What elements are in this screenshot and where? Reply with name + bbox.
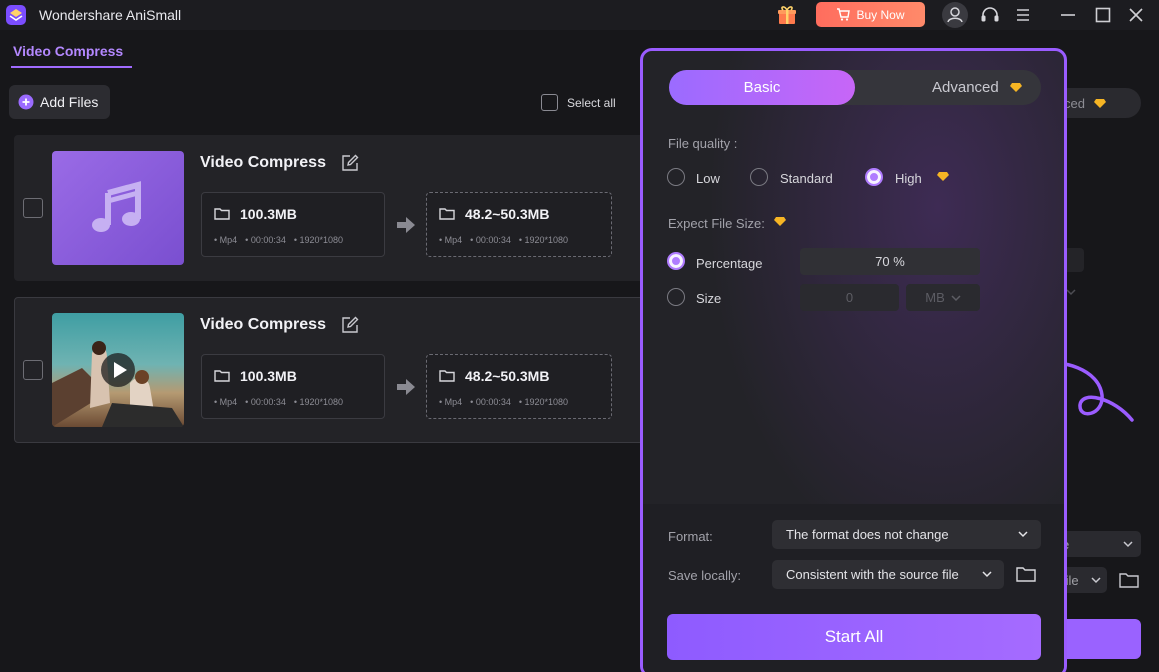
size-mode-size-radio[interactable] xyxy=(667,288,685,306)
folder-icon xyxy=(214,208,230,220)
size-input[interactable]: 0 xyxy=(800,284,899,311)
folder-icon[interactable] xyxy=(1016,566,1036,582)
folder-icon xyxy=(439,370,455,382)
chevron-down-icon xyxy=(1018,531,1028,538)
quality-high-radio[interactable] xyxy=(865,168,883,186)
chevron-down-icon xyxy=(1123,541,1133,548)
premium-gem-icon xyxy=(1009,83,1022,92)
size-mode-percentage-label: Percentage xyxy=(696,256,763,271)
save-locally-label: Save locally: xyxy=(668,568,741,583)
settings-mode-switch: Basic Advanced xyxy=(669,70,1041,105)
expect-size-label: Expect File Size: xyxy=(668,216,765,231)
tab-video-compress[interactable]: Video Compress xyxy=(13,43,123,59)
source-size: 100.3MB xyxy=(240,368,297,384)
quality-high-label: High xyxy=(895,171,922,186)
premium-gem-icon xyxy=(774,217,786,226)
minimize-icon[interactable] xyxy=(1058,6,1078,24)
target-size: 48.2~50.3MB xyxy=(465,206,550,222)
edit-icon[interactable] xyxy=(341,154,359,172)
edit-icon[interactable] xyxy=(341,316,359,334)
file-row: Video Compress 100.3MB • Mp4 • 00:00:34 • … xyxy=(14,297,654,443)
tab-basic[interactable]: Basic xyxy=(669,70,855,105)
target-size-box: 48.2~50.3MB • Mp4 • 00:00:34 • 1920*1080 xyxy=(426,192,612,257)
file-checkbox[interactable] xyxy=(23,360,43,380)
add-files-label: Add Files xyxy=(40,94,99,110)
file-row: Video Compress 100.3MB • Mp4 • 00:00:34 • … xyxy=(14,135,654,281)
file-title: Video Compress xyxy=(200,154,326,171)
app-title: Wondershare AniSmall xyxy=(39,7,182,23)
file-thumbnail xyxy=(52,151,184,265)
file-thumbnail xyxy=(52,313,184,427)
gift-icon[interactable] xyxy=(776,5,798,25)
quality-low-label: Low xyxy=(696,171,720,186)
save-locally-value: Consistent with the source file xyxy=(786,567,959,582)
folder-icon[interactable] xyxy=(1119,572,1139,588)
quality-standard-radio[interactable] xyxy=(750,168,768,186)
save-locally-select[interactable]: Consistent with the source file xyxy=(772,560,1004,589)
close-icon[interactable] xyxy=(1126,6,1146,24)
size-mode-percentage-radio[interactable] xyxy=(667,252,685,270)
quality-low-radio[interactable] xyxy=(667,168,685,186)
target-meta: • Mp4 • 00:00:34 • 1920*1080 xyxy=(439,397,569,407)
percentage-input[interactable]: 70 % xyxy=(800,248,980,275)
file-checkbox[interactable] xyxy=(23,198,43,218)
buy-now-label: Buy Now xyxy=(856,7,905,22)
file-title: Video Compress xyxy=(200,316,326,333)
format-label: Format: xyxy=(668,529,713,544)
start-all-button[interactable]: Start All xyxy=(667,614,1041,660)
source-size-box: 100.3MB • Mp4 • 00:00:34 • 1920*1080 xyxy=(201,354,385,419)
select-all-checkbox[interactable] xyxy=(541,94,558,111)
format-select[interactable]: The format does not change xyxy=(772,520,1041,549)
app-logo-icon xyxy=(6,5,26,25)
cart-icon xyxy=(837,8,851,21)
advanced-partial-label: ced xyxy=(1064,95,1085,111)
folder-icon xyxy=(214,370,230,382)
chevron-down-icon xyxy=(951,294,961,301)
chevron-down-icon xyxy=(982,571,992,578)
arrow-right-icon xyxy=(397,217,415,233)
chevron-down-icon xyxy=(1066,289,1076,296)
maximize-icon[interactable] xyxy=(1093,6,1113,24)
source-size-box: 100.3MB • Mp4 • 00:00:34 • 1920*1080 xyxy=(201,192,385,257)
add-files-button[interactable]: Add Files xyxy=(9,85,110,119)
premium-gem-icon xyxy=(1093,98,1106,108)
source-meta: • Mp4 • 00:00:34 • 1920*1080 xyxy=(214,235,344,245)
headset-icon[interactable] xyxy=(979,4,1001,26)
select-all-label: Select all xyxy=(567,96,616,110)
tab-advanced-label: Advanced xyxy=(932,79,999,96)
size-unit-label: MB xyxy=(925,290,945,305)
play-icon[interactable] xyxy=(100,352,136,388)
compress-settings-panel: Basic Advanced File quality : Low Standa… xyxy=(640,48,1067,672)
music-note-icon xyxy=(92,181,141,232)
size-unit-select[interactable]: MB xyxy=(906,284,980,311)
quality-standard-label: Standard xyxy=(780,171,833,186)
source-meta: • Mp4 • 00:00:34 • 1920*1080 xyxy=(214,397,344,407)
menu-icon[interactable] xyxy=(1013,6,1033,24)
chevron-down-icon xyxy=(1091,577,1101,584)
size-mode-size-label: Size xyxy=(696,291,722,306)
premium-gem-icon xyxy=(937,172,949,181)
file-quality-label: File quality : xyxy=(668,136,738,151)
target-size: 48.2~50.3MB xyxy=(465,368,550,384)
tab-advanced[interactable]: Advanced xyxy=(875,70,1041,105)
arrow-right-icon xyxy=(397,379,415,395)
buy-now-button[interactable]: Buy Now xyxy=(816,2,925,27)
tab-active-underline xyxy=(11,66,132,68)
user-avatar-icon[interactable] xyxy=(942,2,968,28)
source-size: 100.3MB xyxy=(240,206,297,222)
target-size-box: 48.2~50.3MB • Mp4 • 00:00:34 • 1920*1080 xyxy=(426,354,612,419)
target-meta: • Mp4 • 00:00:34 • 1920*1080 xyxy=(439,235,569,245)
format-value: The format does not change xyxy=(786,527,949,542)
plus-circle-icon xyxy=(18,94,34,110)
folder-icon xyxy=(439,208,455,220)
